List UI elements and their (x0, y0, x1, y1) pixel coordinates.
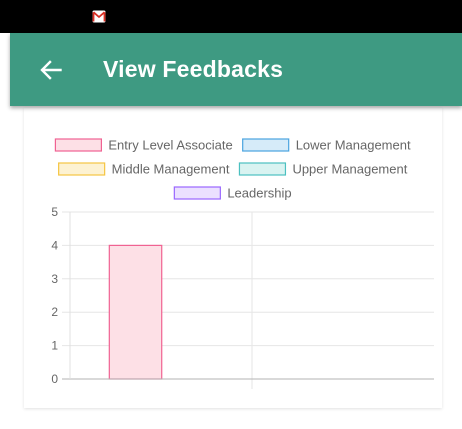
legend-label: Lower Management (296, 138, 411, 153)
legend-item[interactable]: Entry Level Associate (54, 138, 233, 153)
y-tick-label: 1 (51, 339, 58, 353)
legend-label: Leadership (227, 186, 291, 201)
legend-swatch (238, 162, 287, 176)
legend-item[interactable]: Leadership (173, 186, 292, 201)
y-tick-label: 0 (51, 372, 58, 386)
legend-item[interactable]: Lower Management (242, 138, 411, 153)
chart-bars (108, 244, 163, 380)
y-axis-ticks: 0 1 2 3 4 5 (51, 205, 58, 386)
legend-swatch (58, 162, 106, 176)
bar-chart: Entry Level Associate Lower Management Mid… (51, 138, 434, 389)
y-tick-label: 2 (51, 305, 58, 319)
y-tick-label: 5 (51, 205, 58, 219)
legend-label: Middle Management (112, 162, 230, 177)
legend-item[interactable]: Upper Management (238, 162, 408, 177)
legend-label: Entry Level Associate (108, 138, 232, 153)
legend-swatch (54, 138, 102, 152)
screen: View Feedbacks Entry Level Associate Lowe… (0, 0, 462, 429)
y-tick-label: 4 (51, 238, 58, 252)
y-tick-label: 3 (51, 272, 58, 286)
chart-legend: Entry Level Associate Lower Management Mid… (54, 138, 411, 201)
legend-item[interactable]: Middle Management (58, 162, 230, 177)
legend-swatch (242, 138, 290, 152)
legend-label: Upper Management (292, 162, 407, 177)
legend-swatch (173, 186, 221, 200)
bar[interactable] (108, 244, 163, 380)
